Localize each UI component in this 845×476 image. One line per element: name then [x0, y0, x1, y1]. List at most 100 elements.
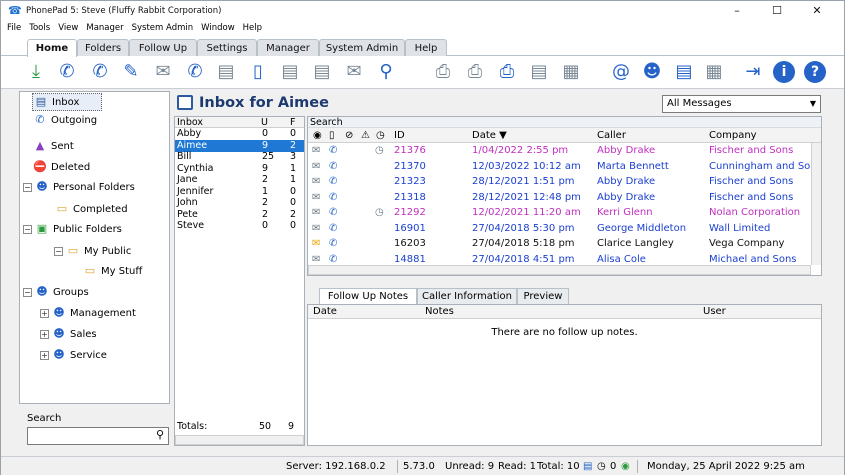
column-header-unread[interactable]: U	[261, 117, 268, 128]
user-row[interactable]: Steve 0 0	[175, 220, 304, 232]
folder-outgoing[interactable]: ✆ Outgoing	[32, 111, 97, 129]
group-service[interactable]: ☻ Service	[51, 346, 107, 364]
user-row[interactable]: Pete 2 2	[175, 209, 304, 221]
phone-settings-icon[interactable]: ✆	[184, 61, 206, 83]
phone-icon[interactable]: ✆	[56, 61, 78, 83]
column-header-user[interactable]: User	[703, 305, 726, 319]
calculator-icon[interactable]: ▦	[560, 61, 582, 83]
menu-window[interactable]: Window	[201, 23, 235, 33]
folder-my-stuff[interactable]: ▭ My Stuff	[82, 262, 142, 280]
menu-view[interactable]: View	[58, 23, 78, 33]
info-icon[interactable]: i	[773, 61, 795, 83]
horizontal-scrollbar[interactable]	[308, 265, 811, 275]
column-header-caller[interactable]: Caller	[597, 128, 626, 143]
download-icon[interactable]: ⤓	[25, 61, 47, 83]
envelope-x-icon[interactable]: ✉	[343, 61, 365, 83]
menu-tools[interactable]: Tools	[29, 23, 50, 33]
group-management[interactable]: ☻ Management	[51, 304, 136, 322]
message-icon[interactable]: ▤	[673, 61, 695, 83]
menu-file[interactable]: File	[7, 23, 21, 33]
search-icon[interactable]: ⚲	[375, 61, 397, 83]
expand-toggle[interactable]: +	[40, 309, 49, 318]
tab-caller-information[interactable]: Caller Information	[417, 288, 517, 304]
menu-system-admin[interactable]: System Admin	[132, 23, 194, 33]
alarm-icon[interactable]: ◷	[376, 128, 385, 143]
menu-manager[interactable]: Manager	[86, 23, 123, 33]
tab-help[interactable]: Help	[405, 39, 447, 56]
message-row[interactable]: ✉ ✆ 21370 12/03/2022 10:12 am Marta Bennett C…	[308, 160, 810, 174]
calendar-icon[interactable]: ▦	[703, 61, 725, 83]
message-row[interactable]: ✉ ✆ ◷ 21376 1/04/2022 2:55 pm Abby Drake Fisch…	[308, 144, 810, 158]
horizontal-scrollbar[interactable]	[175, 435, 304, 445]
expand-toggle[interactable]: −	[54, 247, 63, 256]
column-header-inbox[interactable]: Inbox	[177, 117, 203, 128]
note-edit-icon[interactable]: ▤	[279, 61, 301, 83]
folder-inbox[interactable]: ▤ Inbox	[32, 93, 102, 111]
folder-sent[interactable]: ▲ Sent	[32, 137, 74, 155]
message-row[interactable]: ✉ ✆ 16901 27/04/2018 5:30 pm George Middleto…	[308, 222, 810, 236]
tab-follow-up[interactable]: Follow Up	[129, 39, 197, 56]
tab-preview[interactable]: Preview	[517, 288, 569, 304]
tab-follow-up-notes[interactable]: Follow Up Notes	[319, 288, 417, 304]
folder-groups[interactable]: ☻ Groups	[34, 283, 88, 301]
close-icon[interactable]: ✕	[801, 1, 833, 21]
message-row[interactable]: ✉ ✆ 16203 27/04/2018 5:18 pm Clarice Langley…	[308, 237, 810, 251]
expand-toggle[interactable]: +	[40, 330, 49, 339]
message-filter-dropdown[interactable]: All Messages ▼	[662, 95, 821, 113]
check-circle-icon[interactable]: ⊘	[345, 128, 353, 143]
logout-icon[interactable]: ⇥	[742, 61, 764, 83]
maximize-icon[interactable]: ☐	[761, 1, 793, 21]
column-header-date[interactable]: Date ▼	[472, 128, 507, 143]
folder-deleted[interactable]: ⛔ Deleted	[32, 158, 90, 176]
tab-settings[interactable]: Settings	[197, 39, 257, 56]
mobile-icon[interactable]: ▯	[247, 61, 269, 83]
expand-toggle[interactable]: +	[40, 351, 49, 360]
folder-my-public[interactable]: ▭ My Public	[65, 242, 132, 260]
note-icon[interactable]: ▤	[215, 61, 237, 83]
expand-toggle[interactable]: −	[23, 183, 32, 192]
document-icon[interactable]: ▯	[329, 128, 335, 143]
expand-toggle[interactable]: −	[23, 288, 32, 297]
envelope-x-icon[interactable]: ✉	[152, 61, 174, 83]
note-check-icon[interactable]: ▤	[311, 61, 333, 83]
printer-check-icon[interactable]: ⎙	[496, 61, 518, 83]
folder-public[interactable]: ▣ Public Folders	[34, 220, 122, 238]
expand-toggle[interactable]: −	[23, 225, 32, 234]
column-header-company[interactable]: Company	[709, 128, 757, 143]
column-header-id[interactable]: ID	[394, 128, 405, 143]
folder-completed[interactable]: ▭ Completed	[54, 200, 128, 218]
menu-help[interactable]: Help	[243, 23, 262, 33]
minimize-icon[interactable]: –	[721, 1, 753, 21]
user-row[interactable]: Jane 2 1	[175, 174, 304, 186]
email-icon[interactable]: @	[610, 61, 632, 83]
tab-folders[interactable]: Folders	[77, 39, 129, 56]
user-row[interactable]: Abby 0 0	[175, 128, 304, 140]
warning-icon[interactable]: ⚠	[361, 128, 370, 143]
user-help-icon[interactable]: ☻	[641, 61, 663, 83]
column-header-notes[interactable]: Notes	[425, 305, 454, 319]
message-row[interactable]: ✉ ✆ 21323 28/12/2021 1:51 pm Abby Drake Fisch…	[308, 175, 810, 189]
folder-personal[interactable]: ☻ Personal Folders	[34, 178, 135, 196]
search-icon[interactable]: ⚲	[156, 428, 164, 441]
search-input[interactable]	[27, 427, 169, 445]
column-header-date[interactable]: Date	[313, 305, 337, 319]
tab-system-admin[interactable]: System Admin	[319, 39, 405, 56]
user-row[interactable]: Jennifer 1 0	[175, 186, 304, 198]
tab-manager[interactable]: Manager	[257, 39, 319, 56]
grid-search-bar[interactable]: Search	[308, 117, 821, 128]
phone-chat-icon[interactable]: ✆	[89, 61, 111, 83]
user-row[interactable]: John 2 0	[175, 197, 304, 209]
eye-icon[interactable]: ◉	[313, 128, 322, 143]
message-row[interactable]: ✉ ✆ 21318 28/12/2021 12:48 pm Abby Drake Fisc…	[308, 191, 810, 205]
user-row[interactable]: Cynthia 9 1	[175, 163, 304, 175]
help-icon[interactable]: ?	[804, 61, 826, 83]
tab-home[interactable]: Home	[27, 39, 77, 57]
user-row[interactable]: Aimee 9 2	[175, 139, 304, 152]
column-header-followup[interactable]: F	[290, 117, 295, 128]
printer-doc-icon[interactable]: ⎙	[464, 61, 486, 83]
message-row[interactable]: ✉ ✆ ◷ 21292 12/02/2021 11:20 am Kerri Glenn No…	[308, 206, 810, 220]
printer-icon[interactable]: ⎙	[432, 61, 454, 83]
note-icon[interactable]: ▤	[528, 61, 550, 83]
vertical-scrollbar[interactable]	[811, 143, 821, 265]
group-sales[interactable]: ☻ Sales	[51, 325, 96, 343]
